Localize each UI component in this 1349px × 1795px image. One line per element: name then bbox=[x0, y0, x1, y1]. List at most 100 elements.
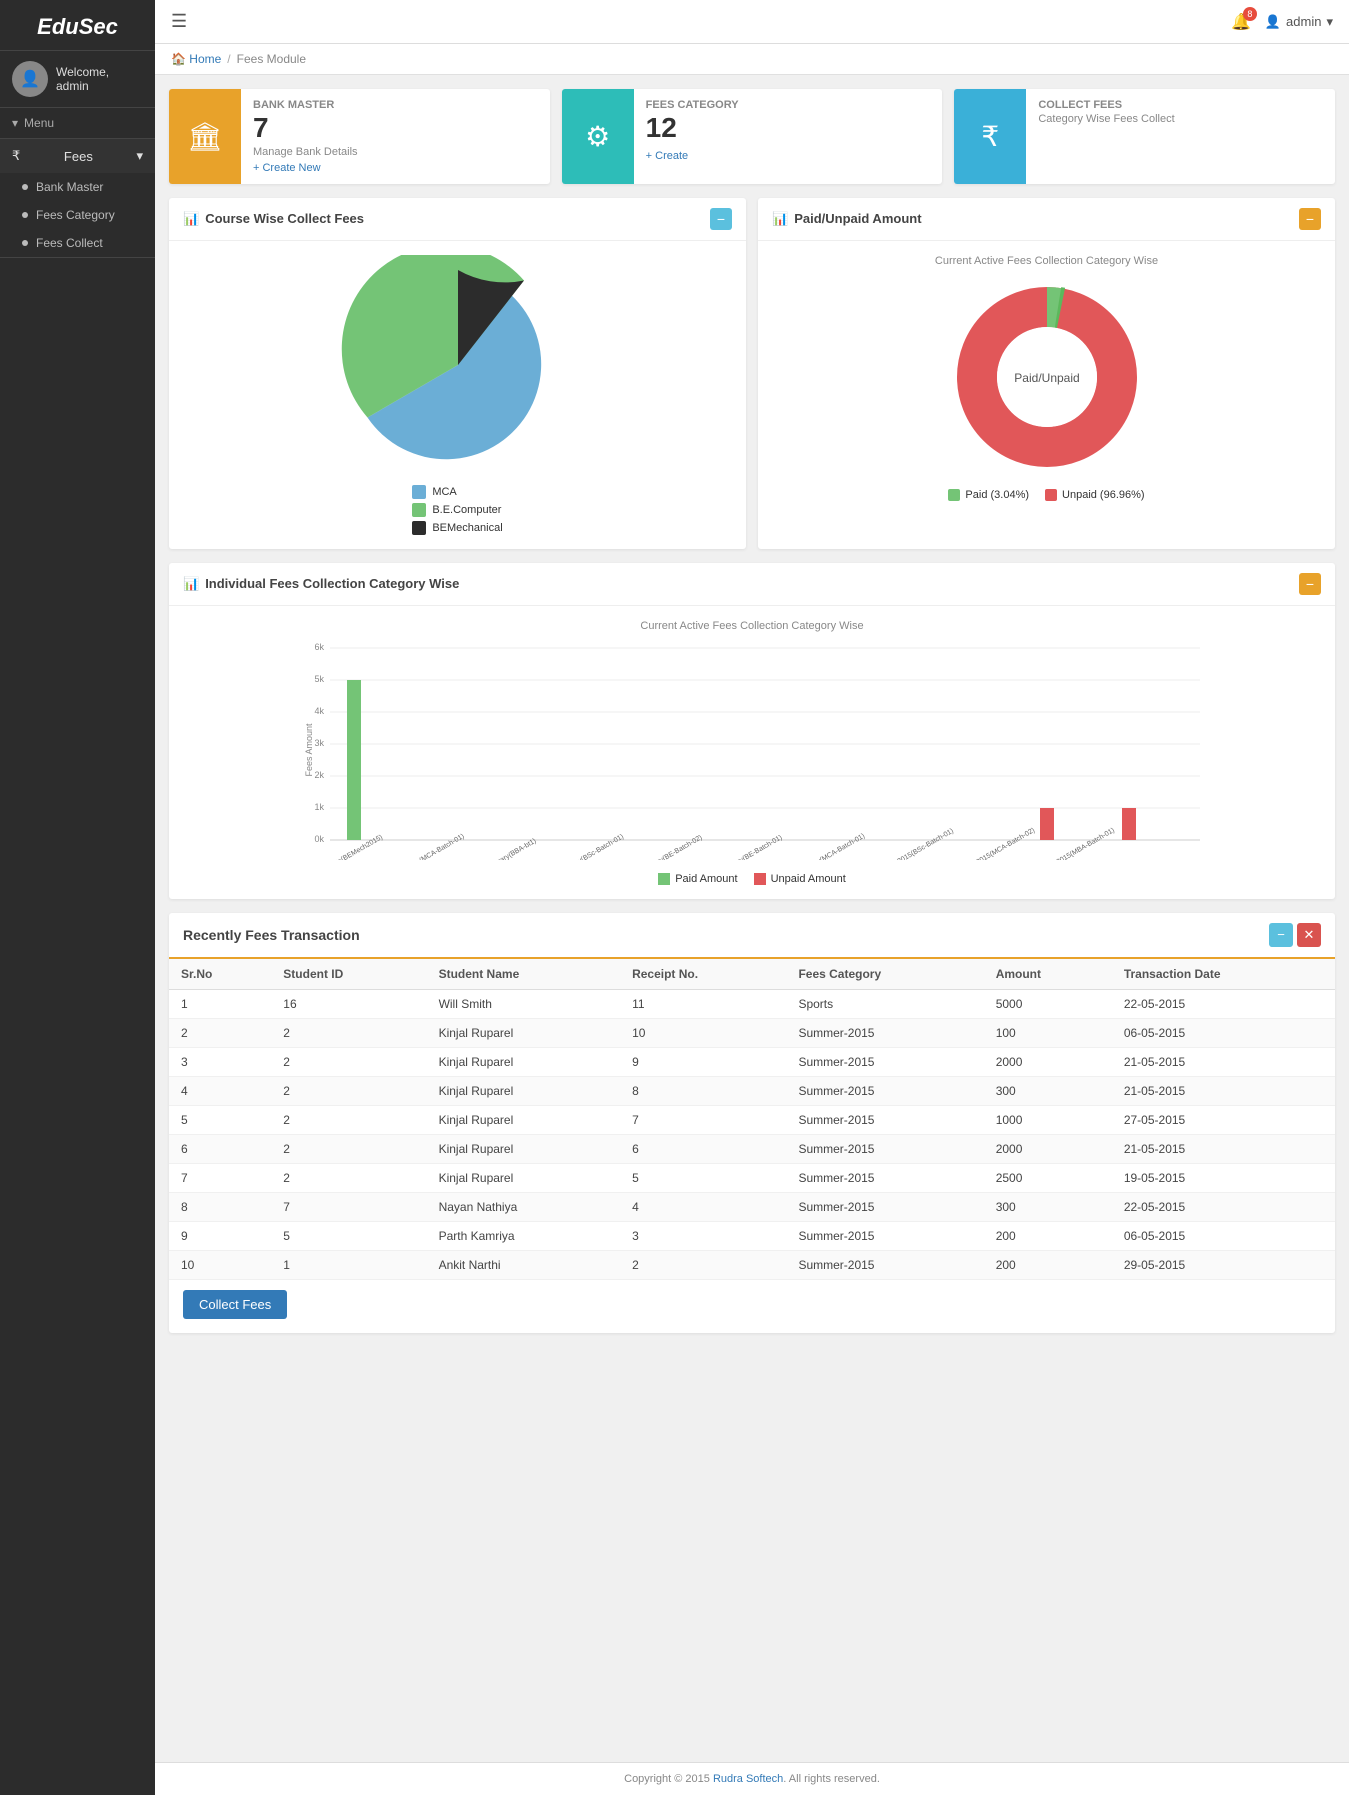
col-fees-category: Fees Category bbox=[786, 959, 983, 990]
table-cell-sr: 1 bbox=[169, 989, 271, 1018]
table-row: 116Will Smith11Sports500022-05-2015 bbox=[169, 989, 1335, 1018]
table-row: 72Kinjal Ruparel5Summer-2015250019-05-20… bbox=[169, 1163, 1335, 1192]
donut-chart-title: 📊 Paid/Unpaid Amount bbox=[772, 211, 922, 227]
table-row: 95Parth Kamriya3Summer-201520006-05-2015 bbox=[169, 1221, 1335, 1250]
table-cell-student_id: 7 bbox=[271, 1192, 426, 1221]
table-cell-amount: 200 bbox=[984, 1221, 1112, 1250]
y-label-6k: 6k bbox=[314, 642, 324, 652]
table-minimize-button[interactable]: − bbox=[1269, 923, 1293, 947]
table-cell-date: 06-05-2015 bbox=[1112, 1018, 1335, 1047]
fees-category-value: 12 bbox=[646, 113, 931, 144]
table-row: 32Kinjal Ruparel9Summer-2015200021-05-20… bbox=[169, 1047, 1335, 1076]
table-cell-receipt: 2 bbox=[620, 1250, 786, 1279]
content-area: 🏛 BANK MASTER 7 Manage Bank Details + Cr… bbox=[155, 75, 1349, 1762]
breadcrumb-separator: / bbox=[227, 52, 230, 66]
user-icon: 👤 bbox=[1265, 14, 1281, 30]
table-cell-sr: 6 bbox=[169, 1134, 271, 1163]
x-label-7: Summer-2015(BSc-Batch-01) bbox=[872, 827, 955, 859]
fees-category-body: FEES CATEGORY 12 + Create bbox=[634, 89, 943, 184]
paid-amount-legend-label: Paid Amount bbox=[675, 873, 737, 885]
sidebar-item-bank-master[interactable]: Bank Master bbox=[0, 173, 155, 201]
y-label-2k: 2k bbox=[314, 770, 324, 780]
table-cell-category: Summer-2015 bbox=[786, 1221, 983, 1250]
bar-chart-card: 📊 Individual Fees Collection Category Wi… bbox=[169, 563, 1335, 899]
table-cell-sr: 9 bbox=[169, 1221, 271, 1250]
paid-legend-label: Paid (3.04%) bbox=[965, 489, 1029, 501]
sidebar-item-fees-category[interactable]: Fees Category bbox=[0, 201, 155, 229]
table-cell-sr: 7 bbox=[169, 1163, 271, 1192]
donut-chart-svg: Paid/Unpaid bbox=[947, 277, 1147, 477]
table-cell-category: Summer-2015 bbox=[786, 1076, 983, 1105]
course-chart-header: 📊 Course Wise Collect Fees − bbox=[169, 198, 746, 241]
unpaid-amount-legend: Unpaid Amount bbox=[754, 873, 846, 885]
bar-chart-icon: 📊 bbox=[183, 576, 199, 592]
bank-master-create-link[interactable]: + Create New bbox=[253, 162, 321, 174]
chevron-down-icon: ▾ bbox=[12, 116, 18, 130]
breadcrumb-current: Fees Module bbox=[237, 52, 306, 66]
table-title: Recently Fees Transaction bbox=[183, 927, 360, 943]
hamburger-icon[interactable]: ☰ bbox=[171, 11, 187, 32]
bar-unpaid-9 bbox=[1122, 808, 1136, 840]
table-cell-sr: 3 bbox=[169, 1047, 271, 1076]
admin-menu[interactable]: 👤 admin ▾ bbox=[1265, 14, 1333, 30]
avatar: 👤 bbox=[12, 61, 48, 97]
table-cell-student_id: 5 bbox=[271, 1221, 426, 1250]
unpaid-legend-color bbox=[1045, 489, 1057, 501]
bar-chart-body: Current Active Fees Collection Category … bbox=[169, 606, 1335, 899]
unpaid-amount-legend-color bbox=[754, 873, 766, 885]
bank-master-desc: Manage Bank Details bbox=[253, 146, 538, 158]
sidebar-item-fees-collect[interactable]: Fees Collect bbox=[0, 229, 155, 257]
x-label-8: Summer-2015(MCA-Batch-02) bbox=[950, 827, 1036, 860]
sidebar-menu-header[interactable]: ▾ Menu bbox=[0, 108, 155, 139]
table-cell-amount: 100 bbox=[984, 1018, 1112, 1047]
fees-category-create-link[interactable]: + Create bbox=[646, 150, 689, 162]
sidebar-fees-title[interactable]: ₹ Fees ▾ bbox=[0, 139, 155, 173]
collect-fees-button[interactable]: Collect Fees bbox=[183, 1290, 287, 1319]
breadcrumb-home[interactable]: 🏠 Home bbox=[171, 52, 221, 66]
table-cell-category: Summer-2015 bbox=[786, 1250, 983, 1279]
table-cell-receipt: 4 bbox=[620, 1192, 786, 1221]
table-cell-name: Will Smith bbox=[427, 989, 621, 1018]
col-srno: Sr.No bbox=[169, 959, 271, 990]
table-cell-sr: 8 bbox=[169, 1192, 271, 1221]
topbar-right: 🔔 8 👤 admin ▾ bbox=[1231, 12, 1333, 32]
table-cell-date: 27-05-2015 bbox=[1112, 1105, 1335, 1134]
table-cell-receipt: 10 bbox=[620, 1018, 786, 1047]
table-cell-name: Nayan Nathiya bbox=[427, 1192, 621, 1221]
legend-mca: MCA bbox=[412, 485, 502, 499]
y-label-3k: 3k bbox=[314, 738, 324, 748]
table-cell-name: Kinjal Ruparel bbox=[427, 1047, 621, 1076]
table-cell-student_id: 16 bbox=[271, 989, 426, 1018]
notifications-button[interactable]: 🔔 8 bbox=[1231, 12, 1251, 32]
y-label-5k: 5k bbox=[314, 674, 324, 684]
bar-chart-minimize-button[interactable]: − bbox=[1299, 573, 1321, 595]
main-content: ☰ 🔔 8 👤 admin ▾ 🏠 Home / Fees Module 🏛 bbox=[155, 0, 1349, 1795]
paid-amount-legend-color bbox=[658, 873, 670, 885]
table-cell-category: Summer-2015 bbox=[786, 1018, 983, 1047]
table-close-button[interactable]: ✕ bbox=[1297, 923, 1321, 947]
unpaid-legend-item: Unpaid (96.96%) bbox=[1045, 489, 1145, 501]
y-label-0k: 0k bbox=[314, 834, 324, 844]
sidebar: EduSec 👤 Welcome, admin ▾ Menu ₹ Fees ▾ … bbox=[0, 0, 155, 1795]
footer-rights: . All rights reserved. bbox=[783, 1773, 880, 1785]
bar-chart-svg: 6k 5k 4k 3k 2k 1k 0k Fees Amount bbox=[183, 640, 1321, 860]
table-cell-receipt: 9 bbox=[620, 1047, 786, 1076]
table-cell-date: 21-05-2015 bbox=[1112, 1134, 1335, 1163]
table-row: 62Kinjal Ruparel6Summer-2015200021-05-20… bbox=[169, 1134, 1335, 1163]
table-cell-date: 19-05-2015 bbox=[1112, 1163, 1335, 1192]
footer-company-link[interactable]: Rudra Softech bbox=[713, 1773, 783, 1785]
table-cell-amount: 200 bbox=[984, 1250, 1112, 1279]
table-row: 42Kinjal Ruparel8Summer-201530021-05-201… bbox=[169, 1076, 1335, 1105]
table-cell-category: Summer-2015 bbox=[786, 1192, 983, 1221]
topbar: ☰ 🔔 8 👤 admin ▾ bbox=[155, 0, 1349, 44]
table-cell-date: 06-05-2015 bbox=[1112, 1221, 1335, 1250]
course-chart-card: 📊 Course Wise Collect Fees − bbox=[169, 198, 746, 549]
table-cell-amount: 2500 bbox=[984, 1163, 1112, 1192]
course-chart-minimize-button[interactable]: − bbox=[710, 208, 732, 230]
fees-category-card: ⚙ FEES CATEGORY 12 + Create bbox=[562, 89, 943, 184]
bank-master-icon: 🏛 bbox=[169, 89, 241, 184]
sidebar-item-label: Bank Master bbox=[36, 180, 103, 194]
table-cell-amount: 1000 bbox=[984, 1105, 1112, 1134]
donut-chart-minimize-button[interactable]: − bbox=[1299, 208, 1321, 230]
be-mechanical-color bbox=[412, 521, 426, 535]
